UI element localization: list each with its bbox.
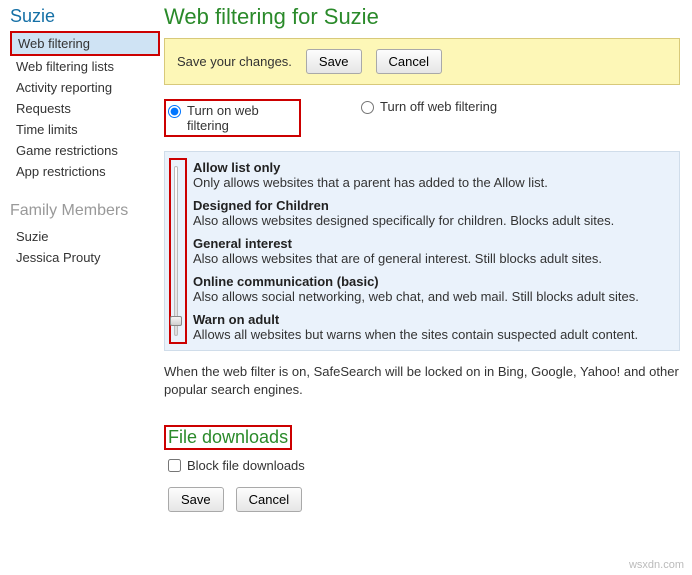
level-desc: Also allows websites that are of general…	[193, 251, 669, 266]
level-title: General interest	[193, 236, 669, 251]
filter-toggle-row: Turn on web filtering Turn off web filte…	[164, 99, 680, 137]
level-title: Allow list only	[193, 160, 669, 175]
watermark: wsxdn.com	[629, 559, 684, 571]
filter-levels-panel: Allow list only Only allows websites tha…	[164, 151, 680, 351]
highlight-file-downloads: File downloads	[164, 425, 292, 450]
level-desc: Also allows social networking, web chat,…	[193, 289, 669, 304]
radio-turn-on[interactable]: Turn on web filtering	[164, 99, 301, 137]
highlight-selected: Web filtering	[10, 31, 160, 56]
sidebar-section-family-members: Family Members	[10, 202, 160, 220]
banner-cancel-button[interactable]: Cancel	[376, 49, 442, 74]
family-member-suzie[interactable]: Suzie	[10, 226, 160, 247]
sidebar-item-activity-reporting[interactable]: Activity reporting	[10, 77, 160, 98]
level-general-interest[interactable]: General interest Also allows websites th…	[193, 236, 669, 266]
sidebar: Suzie Web filtering Web filtering lists …	[0, 0, 160, 524]
sidebar-item-time-limits[interactable]: Time limits	[10, 119, 160, 140]
radio-turn-off[interactable]: Turn off web filtering	[361, 99, 497, 114]
bottom-button-row: Save Cancel	[164, 487, 680, 512]
page-title: Web filtering for Suzie	[164, 4, 680, 30]
radio-turn-off-input[interactable]	[361, 101, 374, 114]
level-desc: Also allows websites designed specifical…	[193, 213, 669, 228]
level-desc: Allows all websites but warns when the s…	[193, 327, 669, 342]
banner-save-button[interactable]: Save	[306, 49, 362, 74]
sidebar-item-requests[interactable]: Requests	[10, 98, 160, 119]
level-title: Online communication (basic)	[193, 274, 669, 289]
sidebar-item-game-restrictions[interactable]: Game restrictions	[10, 140, 160, 161]
family-member-jessica[interactable]: Jessica Prouty	[10, 247, 160, 268]
sidebar-item-web-filtering[interactable]: Web filtering	[12, 33, 158, 54]
level-title: Warn on adult	[193, 312, 669, 327]
save-banner: Save your changes. Save Cancel	[164, 38, 680, 85]
main-content: Web filtering for Suzie Save your change…	[160, 0, 692, 524]
level-allow-list-only[interactable]: Allow list only Only allows websites tha…	[193, 160, 669, 190]
level-online-communication[interactable]: Online communication (basic) Also allows…	[193, 274, 669, 304]
block-downloads-label: Block file downloads	[187, 458, 305, 473]
bottom-cancel-button[interactable]: Cancel	[236, 487, 302, 512]
level-desc: Only allows websites that a parent has a…	[193, 175, 669, 190]
block-downloads-checkbox[interactable]	[168, 459, 181, 472]
radio-turn-on-input[interactable]	[168, 105, 181, 118]
sidebar-title[interactable]: Suzie	[10, 6, 160, 27]
level-title: Designed for Children	[193, 198, 669, 213]
safesearch-note: When the web filter is on, SafeSearch wi…	[164, 363, 680, 399]
radio-turn-off-label: Turn off web filtering	[380, 99, 497, 114]
block-downloads-row[interactable]: Block file downloads	[168, 458, 680, 473]
save-banner-text: Save your changes.	[177, 54, 292, 69]
level-warn-on-adult[interactable]: Warn on adult Allows all websites but wa…	[193, 312, 669, 342]
sidebar-item-app-restrictions[interactable]: App restrictions	[10, 161, 160, 182]
level-designed-for-children[interactable]: Designed for Children Also allows websit…	[193, 198, 669, 228]
level-slider-track[interactable]	[174, 166, 178, 336]
level-slider-thumb[interactable]	[170, 316, 182, 326]
sidebar-item-web-filtering-lists[interactable]: Web filtering lists	[10, 56, 160, 77]
radio-turn-on-label: Turn on web filtering	[187, 103, 297, 133]
section-file-downloads: File downloads	[166, 427, 290, 448]
bottom-save-button[interactable]: Save	[168, 487, 224, 512]
